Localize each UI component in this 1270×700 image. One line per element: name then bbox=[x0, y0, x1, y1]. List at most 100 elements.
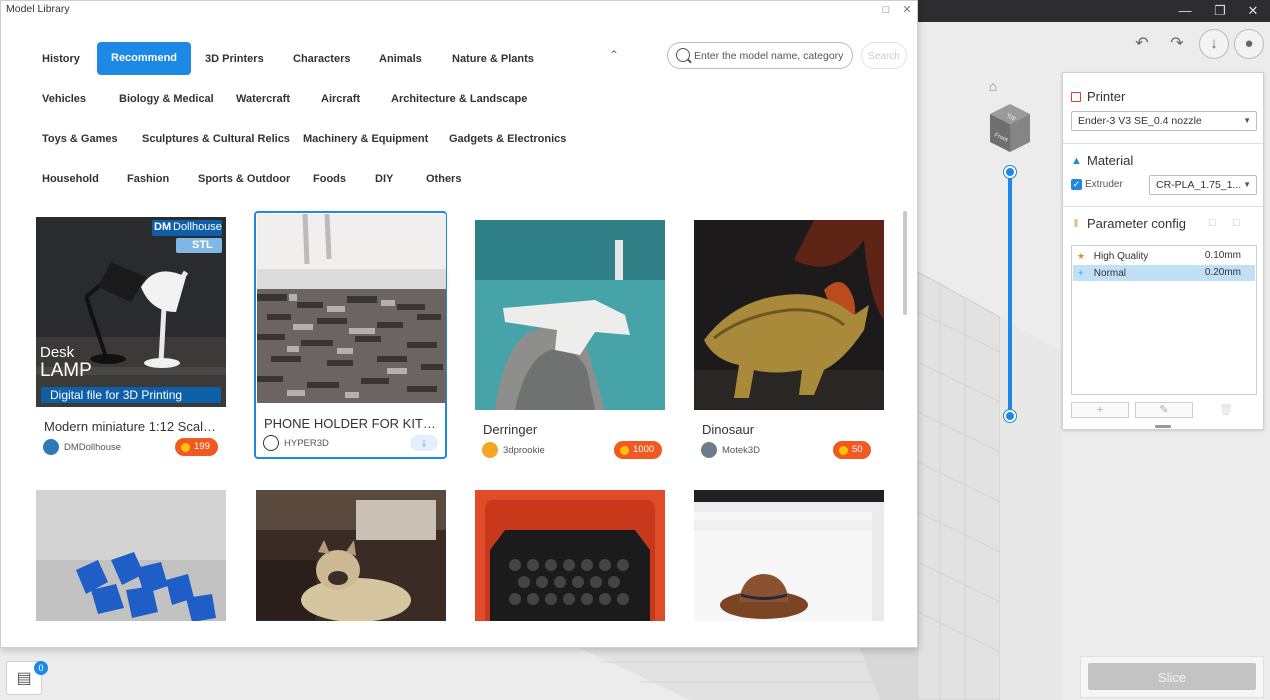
layer-slider-top-handle[interactable] bbox=[1004, 166, 1016, 178]
model-thumbnail[interactable] bbox=[694, 220, 884, 410]
model-author: DMDollhouse bbox=[43, 438, 121, 456]
search-icon bbox=[676, 48, 690, 62]
author-name: 3dprookie bbox=[503, 444, 545, 456]
param-row-normal[interactable]: ✦ Normal 0.20mm bbox=[1073, 265, 1255, 281]
category-toys-games[interactable]: Toys & Games bbox=[42, 124, 118, 154]
category-sports-outdoor[interactable]: Sports & Outdoor bbox=[198, 164, 290, 194]
user-icon[interactable]: ● bbox=[1234, 29, 1264, 59]
divider bbox=[1063, 143, 1263, 144]
model-thumbnail[interactable] bbox=[475, 490, 665, 621]
delete-icon[interactable]: 🗑 bbox=[1219, 403, 1233, 416]
coin-icon bbox=[620, 445, 629, 455]
layer-slider[interactable] bbox=[1004, 166, 1016, 422]
thumb-format: STL bbox=[192, 239, 213, 251]
panel-resize-handle[interactable] bbox=[1155, 425, 1171, 428]
material-section-title: ▲ Material bbox=[1071, 153, 1133, 168]
model-thumbnail[interactable] bbox=[257, 214, 446, 403]
export-icon[interactable]: □ bbox=[1233, 217, 1240, 229]
kitchen-tiles-image bbox=[257, 214, 446, 403]
printer-section-title: Printer bbox=[1071, 89, 1125, 104]
category-3d-printers[interactable]: 3D Printers bbox=[205, 44, 264, 74]
star-icon: ★ bbox=[1077, 251, 1086, 261]
category-characters[interactable]: Characters bbox=[293, 44, 350, 74]
printer-title: Printer bbox=[1087, 89, 1126, 104]
category-foods[interactable]: Foods bbox=[313, 164, 346, 194]
model-thumbnail[interactable] bbox=[36, 490, 226, 621]
model-title: Dinosaur bbox=[702, 422, 755, 437]
derringer-image bbox=[475, 220, 665, 410]
parameter-section-title: ‖ Parameter config bbox=[1071, 216, 1186, 231]
model-card[interactable] bbox=[256, 490, 446, 621]
search-box bbox=[667, 42, 853, 69]
import-icon[interactable]: □ bbox=[1209, 217, 1216, 229]
category-watercraft[interactable]: Watercraft bbox=[236, 84, 290, 114]
divider bbox=[1063, 206, 1263, 207]
model-card[interactable]: Dinosaur Motek3D 50 bbox=[694, 220, 884, 460]
model-author: 3dprookie bbox=[482, 441, 545, 459]
param-row-high-quality[interactable]: ★ High Quality 0.10mm bbox=[1073, 248, 1255, 264]
material-select[interactable]: CR-PLA_1.75_1... ▼ bbox=[1149, 175, 1257, 195]
parameter-list: ★ High Quality 0.10mm ✦ Normal 0.20mm bbox=[1071, 245, 1257, 395]
price-value: 199 bbox=[194, 441, 210, 452]
close-icon[interactable]: ✕ bbox=[899, 2, 915, 18]
download-icon[interactable]: ↓ bbox=[1199, 29, 1229, 59]
thumb-banner: Digital file for 3D Printing bbox=[50, 388, 183, 402]
model-thumbnail[interactable] bbox=[256, 490, 446, 621]
printer-select[interactable]: Ender-3 V3 SE_0.4 nozzle ▼ bbox=[1071, 111, 1257, 131]
price-value: 50 bbox=[852, 444, 863, 455]
grid-scrollbar[interactable] bbox=[903, 211, 907, 315]
category-biology-medical[interactable]: Biology & Medical bbox=[119, 84, 214, 114]
material-select-value: CR-PLA_1.75_1... bbox=[1156, 179, 1242, 191]
extruder-label: Extruder bbox=[1085, 179, 1123, 190]
model-card-selected[interactable]: PHONE HOLDER FOR KITCHEN HYPER3D ↓ bbox=[254, 211, 447, 459]
download-model-button[interactable]: ↓ bbox=[410, 435, 438, 451]
category-fashion[interactable]: Fashion bbox=[127, 164, 169, 194]
category-history[interactable]: History bbox=[42, 44, 80, 74]
extruder-checkbox[interactable]: ✓ bbox=[1071, 179, 1082, 190]
edit-param-button[interactable]: ✎ bbox=[1135, 402, 1193, 418]
model-card[interactable] bbox=[694, 490, 884, 621]
dice-image bbox=[36, 490, 226, 621]
model-card[interactable]: Derringer 3dprookie 1000 bbox=[475, 220, 665, 460]
close-window-icon[interactable]: ✕ bbox=[1236, 0, 1270, 22]
add-param-button[interactable]: + bbox=[1071, 402, 1129, 418]
category-vehicles[interactable]: Vehicles bbox=[42, 84, 86, 114]
restore-icon[interactable]: ❐ bbox=[1203, 0, 1237, 22]
category-others[interactable]: Others bbox=[426, 164, 461, 194]
layer-slider-bottom-handle[interactable] bbox=[1004, 410, 1016, 422]
view-cube[interactable]: Top Front bbox=[986, 100, 1034, 154]
category-aircraft[interactable]: Aircraft bbox=[321, 84, 360, 114]
redo-icon[interactable]: ↷ bbox=[1163, 30, 1191, 58]
slice-area: Slice bbox=[1080, 656, 1264, 698]
search-input[interactable] bbox=[692, 46, 848, 66]
price-badge: 1000 bbox=[614, 441, 663, 459]
minimize-icon[interactable]: — bbox=[1168, 0, 1202, 22]
model-thumbnail[interactable] bbox=[475, 220, 665, 410]
model-thumbnail[interactable]: DM Dollhouse STL Desk LAMP Digital file … bbox=[36, 217, 226, 407]
model-card[interactable] bbox=[36, 490, 226, 621]
price-badge: 50 bbox=[833, 441, 871, 459]
category-household[interactable]: Household bbox=[42, 164, 99, 194]
undo-icon[interactable]: ↶ bbox=[1128, 30, 1156, 58]
category-sculptures[interactable]: Sculptures & Cultural Relics bbox=[142, 124, 290, 154]
category-animals[interactable]: Animals bbox=[379, 44, 422, 74]
avatar bbox=[482, 442, 498, 458]
category-recommend[interactable]: Recommend bbox=[97, 42, 192, 75]
home-icon[interactable]: ⌂ bbox=[984, 78, 1002, 94]
slice-button[interactable]: Slice bbox=[1088, 663, 1256, 690]
model-card[interactable] bbox=[475, 490, 665, 621]
category-architecture-landscape[interactable]: Architecture & Landscape bbox=[391, 84, 527, 114]
category-diy[interactable]: DIY bbox=[375, 164, 393, 194]
model-card[interactable]: DM Dollhouse STL Desk LAMP Digital file … bbox=[36, 217, 226, 457]
search-button[interactable]: Search bbox=[861, 42, 907, 69]
chevron-up-icon[interactable]: ⌃ bbox=[606, 47, 622, 63]
printer-select-value: Ender-3 V3 SE_0.4 nozzle bbox=[1078, 115, 1202, 127]
thumb-brand-dollhouse: Dollhouse bbox=[173, 221, 222, 233]
coin-icon bbox=[839, 445, 848, 455]
category-gadgets[interactable]: Gadgets & Electronics bbox=[449, 124, 566, 154]
model-thumbnail[interactable] bbox=[694, 490, 884, 621]
category-nature-plants[interactable]: Nature & Plants bbox=[452, 44, 534, 74]
maximize-icon[interactable]: □ bbox=[878, 2, 894, 18]
category-machinery[interactable]: Machinery & Equipment bbox=[303, 124, 428, 154]
avatar bbox=[43, 439, 59, 455]
